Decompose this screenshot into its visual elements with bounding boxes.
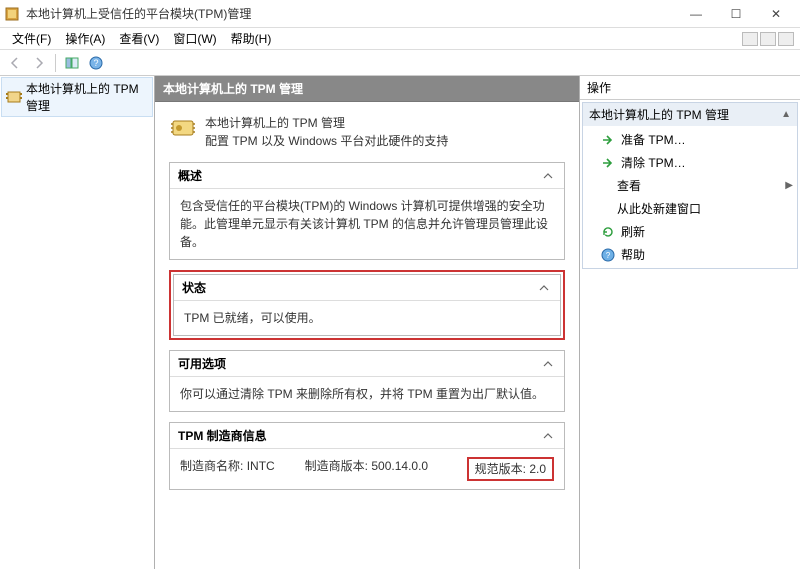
action-label: 从此处新建窗口 [617,200,701,217]
action-help[interactable]: ? 帮助 [583,243,797,266]
collapse-icon[interactable] [536,280,552,296]
mdi-controls [742,32,794,46]
help-icon: ? [601,248,615,262]
workarea: 本地计算机上的 TPM 管理 本地计算机上的 TPM 管理 本地计算机上的 TP… [0,76,800,569]
arrow-right-green-icon [601,133,615,147]
manufacturer-row: 制造商名称: INTC 制造商版本: 500.14.0.0 规范版本: 2.0 [180,457,554,481]
maximize-button[interactable]: ☐ [716,2,756,26]
forward-button [28,52,50,74]
tpm-icon [6,89,22,105]
action-view[interactable]: 查看 ▶ [583,174,797,197]
help-button[interactable]: ? [85,52,107,74]
info-lines: 本地计算机上的 TPM 管理 配置 TPM 以及 Windows 平台对此硬件的… [205,114,448,150]
svg-text:?: ? [93,58,98,68]
actions-panel-title: 操作 [580,76,800,100]
left-pane: 本地计算机上的 TPM 管理 [0,76,155,569]
spec-version-value: 2.0 [529,462,546,476]
refresh-icon [601,225,615,239]
action-new-window[interactable]: 从此处新建窗口 [583,197,797,220]
section-overview: 概述 包含受信任的平台模块(TPM)的 Windows 计算机可提供增强的安全功… [169,162,565,260]
close-button[interactable]: ✕ [756,2,796,26]
collapse-icon[interactable] [540,428,556,444]
menu-help[interactable]: 帮助(H) [225,28,278,49]
actions-group: 本地计算机上的 TPM 管理 ▲ 准备 TPM… 清除 TPM… [582,102,798,269]
tpm-chip-icon [169,114,197,142]
mdi-minimize-button[interactable] [742,32,758,46]
action-refresh[interactable]: 刷新 [583,220,797,243]
section-options-title: 可用选项 [178,355,226,372]
svg-text:?: ? [606,251,611,260]
actions-group-head[interactable]: 本地计算机上的 TPM 管理 ▲ [583,103,797,126]
submenu-arrow-icon: ▶ [785,180,793,191]
mdi-close-button[interactable] [778,32,794,46]
spec-version: 规范版本: 2.0 [429,457,554,481]
section-manufacturer-body: 制造商名称: INTC 制造商版本: 500.14.0.0 规范版本: 2.0 [170,449,564,489]
action-label: 准备 TPM… [621,131,686,148]
menu-window[interactable]: 窗口(W) [167,28,222,49]
toolbar-separator [55,54,56,72]
middle-header: 本地计算机上的 TPM 管理 [155,76,579,102]
mfr-version: 制造商版本: 500.14.0.0 [305,457,430,481]
middle-pane: 本地计算机上的 TPM 管理 本地计算机上的 TPM 管理 配置 TPM 以及 … [155,76,580,569]
section-overview-body: 包含受信任的平台模块(TPM)的 Windows 计算机可提供增强的安全功能。此… [170,189,564,259]
toolbar: ? [0,50,800,76]
section-status: 状态 TPM 已就绪，可以使用。 [173,274,561,336]
menu-view[interactable]: 查看(V) [113,28,165,49]
tree-item-label: 本地计算机上的 TPM 管理 [26,80,148,114]
titlebar: 本地计算机上受信任的平台模块(TPM)管理 — ☐ ✕ [0,0,800,28]
caret-up-icon: ▲ [781,109,791,120]
section-overview-title: 概述 [178,167,202,184]
show-hide-tree-button[interactable] [61,52,83,74]
section-overview-head[interactable]: 概述 [170,163,564,189]
section-status-title: 状态 [182,279,206,296]
arrow-right-green-icon [601,156,615,170]
collapse-icon[interactable] [540,168,556,184]
mfr-name-label: 制造商名称: [180,459,243,473]
spec-version-highlight: 规范版本: 2.0 [467,457,554,481]
menu-action[interactable]: 操作(A) [59,28,111,49]
minimize-button[interactable]: — [676,2,716,26]
section-manufacturer: TPM 制造商信息 制造商名称: INTC 制造商版本: 500.14.0.0 [169,422,565,490]
menu-file[interactable]: 文件(F) [6,28,57,49]
collapse-icon[interactable] [540,356,556,372]
section-manufacturer-head[interactable]: TPM 制造商信息 [170,423,564,449]
right-pane: 操作 本地计算机上的 TPM 管理 ▲ 准备 TPM… 清除 TPM… [580,76,800,569]
section-options: 可用选项 你可以通过清除 TPM 来删除所有权，并将 TPM 重置为出厂默认值。 [169,350,565,412]
app-icon [4,6,20,22]
mfr-version-value: 500.14.0.0 [371,459,428,473]
actions-list: 准备 TPM… 清除 TPM… 查看 ▶ 从此处新建窗口 [583,126,797,268]
menubar: 文件(F) 操作(A) 查看(V) 窗口(W) 帮助(H) [0,28,800,50]
section-manufacturer-title: TPM 制造商信息 [178,427,267,444]
mfr-version-label: 制造商版本: [305,459,368,473]
actions-group-title: 本地计算机上的 TPM 管理 [589,106,729,123]
window-controls: — ☐ ✕ [676,2,796,26]
section-status-head[interactable]: 状态 [174,275,560,301]
middle-body: 本地计算机上的 TPM 管理 配置 TPM 以及 Windows 平台对此硬件的… [155,102,579,569]
window-title: 本地计算机上受信任的平台模块(TPM)管理 [26,5,676,22]
info-line-2: 配置 TPM 以及 Windows 平台对此硬件的支持 [205,132,448,150]
back-button [4,52,26,74]
action-clear-tpm[interactable]: 清除 TPM… [583,151,797,174]
action-prepare-tpm[interactable]: 准备 TPM… [583,128,797,151]
spec-version-label: 规范版本: [475,462,526,476]
tree-item-tpm-management[interactable]: 本地计算机上的 TPM 管理 [1,77,153,117]
mfr-name: 制造商名称: INTC [180,457,305,481]
info-line-1: 本地计算机上的 TPM 管理 [205,114,448,132]
section-status-body: TPM 已就绪，可以使用。 [174,301,560,335]
mdi-restore-button[interactable] [760,32,776,46]
info-strip: 本地计算机上的 TPM 管理 配置 TPM 以及 Windows 平台对此硬件的… [169,110,565,162]
action-label: 刷新 [621,223,645,240]
mfr-name-value: INTC [247,459,275,473]
action-label: 清除 TPM… [621,154,686,171]
status-highlight: 状态 TPM 已就绪，可以使用。 [169,270,565,340]
action-label: 查看 [617,177,641,194]
section-options-head[interactable]: 可用选项 [170,351,564,377]
section-options-body: 你可以通过清除 TPM 来删除所有权，并将 TPM 重置为出厂默认值。 [170,377,564,411]
action-label: 帮助 [621,246,645,263]
